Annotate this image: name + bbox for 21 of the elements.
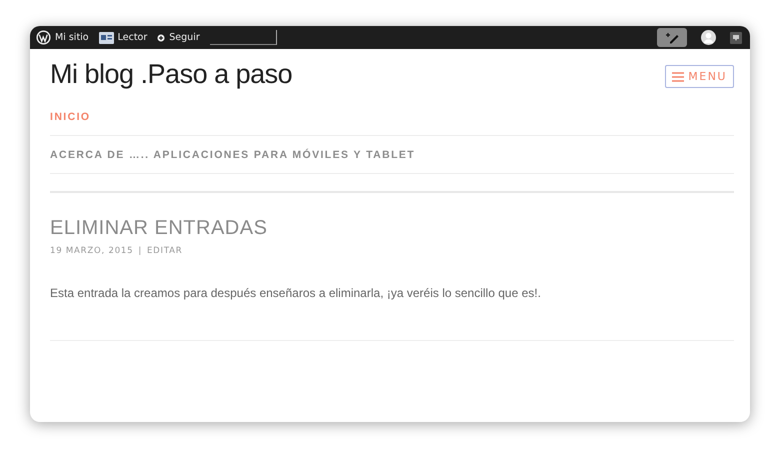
notifications-icon[interactable]: [730, 32, 742, 44]
admin-bar-link[interactable]: Seguir: [157, 32, 200, 43]
nav-link[interactable]: ACERCA DE ….. APLICACIONES PARA MÓVILES Y TABLET: [50, 136, 734, 174]
menu-button[interactable]: MENU: [665, 65, 734, 88]
wordpress-logo-icon: [36, 30, 51, 45]
write-button[interactable]: [657, 28, 687, 47]
search-field[interactable]: [210, 30, 277, 45]
menu-icon: [672, 72, 684, 82]
site-title: Mi blog .Paso a paso: [50, 59, 292, 90]
avatar-icon[interactable]: [701, 30, 716, 45]
post-date: 19 MARZO, 2015: [50, 246, 134, 256]
plus-circle-icon: [157, 34, 166, 42]
nav-link[interactable]: INICIO: [50, 98, 734, 136]
pencil-plus-icon: [665, 32, 679, 44]
reader-icon: [98, 32, 114, 44]
admin-bar-link[interactable]: Lector: [98, 32, 148, 44]
admin-bar-link[interactable]: Mi sitio: [36, 30, 89, 45]
meta-separator: |: [138, 246, 142, 256]
post-body: Esta entrada la creamos para después enseñaros a eliminarla, ¡ya veréis lo sencillo que es!.: [50, 286, 734, 341]
edit-link[interactable]: EDITAR: [147, 246, 182, 256]
post-title: ELIMINAR ENTRADAS: [50, 217, 268, 240]
